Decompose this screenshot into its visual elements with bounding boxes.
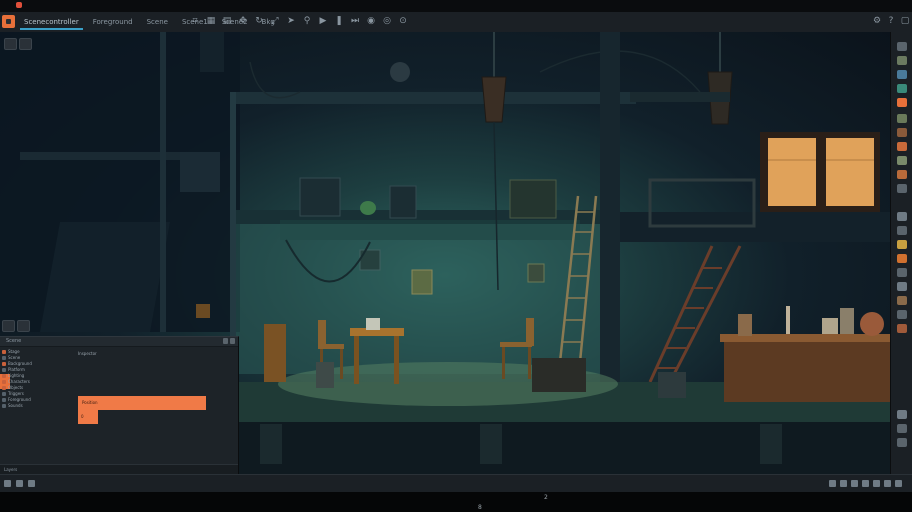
expand-icon[interactable] [2, 404, 6, 408]
settings-icon[interactable]: ⚙ [872, 16, 882, 26]
overlay-toggle-button[interactable] [2, 320, 15, 332]
script-tab-icon[interactable] [897, 170, 907, 179]
expand-icon[interactable] [2, 350, 6, 354]
layers-tab-icon[interactable] [897, 56, 907, 65]
editor-logo-icon[interactable] [2, 15, 15, 28]
pause-icon[interactable]: ❚ [334, 16, 344, 26]
view-mode-button[interactable] [4, 38, 17, 50]
snap-icon[interactable]: ⌗ [190, 16, 200, 26]
camera-icon[interactable]: ◉ [366, 16, 376, 26]
main-toolbar: Scenecontroller Foreground Scene Scene1 … [0, 12, 912, 33]
expand-icon[interactable] [2, 392, 6, 396]
rotate-icon[interactable]: ↻ [254, 16, 264, 26]
share-icon[interactable] [884, 480, 891, 487]
favorites-icon[interactable] [897, 240, 907, 249]
expand-icon[interactable] [2, 380, 6, 384]
viewport-view-controls [4, 38, 32, 50]
gizmo-toggle-button[interactable] [17, 320, 30, 332]
list-icon[interactable] [897, 310, 907, 319]
history-icon[interactable] [897, 254, 907, 263]
play-icon[interactable] [829, 480, 836, 487]
expand-icon[interactable] [2, 368, 6, 372]
help-icon[interactable]: ? [886, 16, 896, 26]
camera-mode-button[interactable] [19, 38, 32, 50]
step-icon[interactable]: ⏭ [350, 16, 360, 26]
folder-icon[interactable] [897, 296, 907, 305]
camera-icon[interactable] [851, 480, 858, 487]
panel-menu-icon[interactable] [223, 338, 228, 344]
expand-icon[interactable] [2, 356, 6, 360]
strip-glyph: 8 [478, 504, 482, 511]
plus-icon[interactable] [897, 410, 907, 419]
selected-property-value[interactable]: 0 [78, 410, 98, 424]
scale-icon[interactable]: ⤢ [270, 16, 280, 26]
viewport-overlay-controls [2, 320, 30, 332]
eye-icon[interactable]: ◎ [382, 16, 392, 26]
console-icon[interactable] [16, 480, 23, 487]
status-bar [0, 474, 912, 493]
window-title-strip [0, 0, 912, 12]
inspector-title: Inspector [78, 351, 97, 356]
layer-icon[interactable]: ▤ [222, 16, 232, 26]
strip-glyph: 2 [544, 494, 548, 501]
window-controls: ⚙ ? ▢ [872, 16, 910, 26]
bookmark-icon[interactable] [897, 268, 907, 277]
tab-foreground[interactable]: Foreground [89, 16, 137, 30]
tree-item-label: Sounds [8, 403, 23, 408]
tag-icon[interactable] [897, 282, 907, 291]
footer-label: Layers [4, 467, 18, 472]
tree-item[interactable]: Sounds [2, 403, 72, 409]
prefab-tab-icon[interactable] [897, 184, 907, 193]
expand-icon[interactable] [2, 374, 6, 378]
pin-icon[interactable]: ⚲ [302, 16, 312, 26]
scene-hierarchy-panel: Scene Stage Scene Background Platform Li… [0, 336, 239, 475]
status-right-controls [829, 480, 902, 487]
materials-tab-icon[interactable] [897, 128, 907, 137]
panel-title: Scene [6, 338, 22, 344]
tool-icons: ⌗ ▦ ▤ ✥ ↻ ⤢ ➤ ⚲ ▶ ❚ ⏭ ◉ ◎ ⊙ [190, 16, 408, 26]
grid-icon[interactable]: ▦ [206, 16, 216, 26]
audio-tab-icon[interactable] [897, 156, 907, 165]
refresh-icon[interactable] [4, 480, 11, 487]
play-icon[interactable]: ▶ [318, 16, 328, 26]
animation-tab-icon[interactable] [897, 98, 907, 107]
selected-property-row[interactable]: Position [78, 396, 206, 410]
hierarchy-tree: Stage Scene Background Platform Lighting… [2, 349, 72, 409]
filter-icon[interactable] [897, 226, 907, 235]
expand-icon[interactable] [2, 398, 6, 402]
expand-icon[interactable] [2, 362, 6, 366]
warning-icon[interactable] [897, 324, 907, 333]
physics-tab-icon[interactable] [897, 84, 907, 93]
record-icon[interactable] [840, 480, 847, 487]
status-left-controls [4, 480, 35, 487]
export-icon[interactable] [873, 480, 880, 487]
search-icon[interactable] [28, 480, 35, 487]
app-icon [16, 2, 22, 8]
lock-icon[interactable]: ⊙ [398, 16, 408, 26]
inspector-tab-icon[interactable] [897, 42, 907, 51]
panel-close-icon[interactable] [230, 338, 235, 344]
cursor-icon[interactable]: ➤ [286, 16, 296, 26]
move-icon[interactable]: ✥ [238, 16, 248, 26]
assets-tab-icon[interactable] [897, 114, 907, 123]
panel-actions [223, 338, 235, 344]
fullscreen-icon[interactable] [895, 480, 902, 487]
minus-icon[interactable] [897, 424, 907, 433]
tab-scenecontroller[interactable]: Scenecontroller [20, 16, 83, 30]
lighting-tab-icon[interactable] [897, 70, 907, 79]
panel-header: Scene [0, 337, 238, 347]
window-icon[interactable]: ▢ [900, 16, 910, 26]
particles-tab-icon[interactable] [897, 142, 907, 151]
tab-scene[interactable]: Scene [143, 16, 172, 30]
right-dock-panel [890, 32, 912, 474]
collapse-icon[interactable] [897, 438, 907, 447]
expand-icon[interactable] [2, 386, 6, 390]
audio-icon[interactable] [862, 480, 869, 487]
search-icon[interactable] [897, 212, 907, 221]
taskbar-strip: 2 8 [0, 492, 912, 512]
